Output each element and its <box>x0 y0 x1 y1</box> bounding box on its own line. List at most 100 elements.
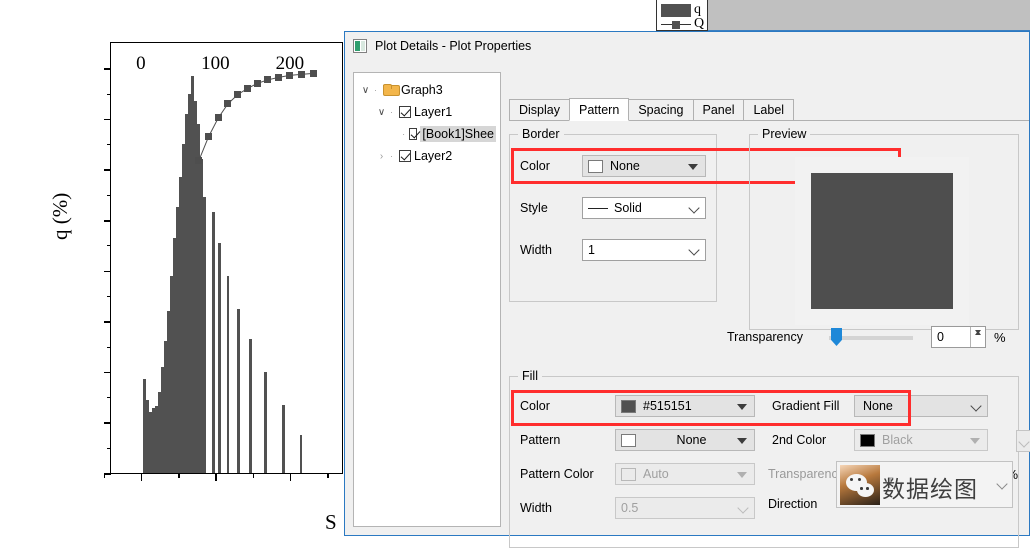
fill-pattern-row: Pattern None <box>520 429 760 451</box>
y-axis-tick <box>104 169 111 171</box>
tree-item-layer1[interactable]: ∨ · Layer1 <box>358 101 496 123</box>
x-axis-minor-tick <box>103 473 106 478</box>
preview-transparency-label: Transparency <box>727 330 803 344</box>
tab-pattern[interactable]: Pattern <box>569 98 630 121</box>
wechat-logo-icon <box>840 465 880 505</box>
legend-line-square-icon <box>661 18 691 31</box>
fill-group-label: Fill <box>518 369 542 383</box>
fill-width-label: Width <box>520 501 552 515</box>
tree-item-label: Graph3 <box>401 83 443 97</box>
tree-item-book1-shee[interactable]: · [Book1]Shee <box>358 123 497 145</box>
legend-item-Q: Q <box>661 16 704 32</box>
fill-pattern-color-combo[interactable]: Auto <box>615 463 755 485</box>
chevron-down-icon[interactable] <box>972 402 980 410</box>
second-color-row: 2nd Color Black <box>772 429 1022 451</box>
fill-pattern-combo[interactable]: None <box>615 429 755 451</box>
second-color-swatch-icon <box>860 433 875 447</box>
spinner-buttons[interactable] <box>970 327 985 347</box>
fill-width-value: 0.5 <box>621 501 639 515</box>
line-solid-icon <box>588 202 608 215</box>
tree-item-label: Layer2 <box>414 149 453 163</box>
preview-transparency-slider[interactable] <box>829 328 913 346</box>
chevron-down-icon[interactable] <box>737 472 747 478</box>
curve-marker <box>224 100 232 108</box>
curve-marker <box>195 156 203 164</box>
pattern-color-swatch-icon <box>621 467 636 481</box>
chevron-down-icon[interactable] <box>690 204 698 212</box>
border-group-label: Border <box>518 127 564 141</box>
tab-label[interactable]: Label <box>743 99 795 120</box>
object-tree[interactable]: ∨ · Graph3 ∨ · Layer1 · [Book1]Shee › · Layer2 <box>353 72 501 527</box>
property-tabs[interactable]: Display Pattern Spacing Panel Label <box>509 98 1029 121</box>
chevron-down-icon[interactable] <box>970 438 980 444</box>
curve-marker <box>205 133 213 141</box>
chevron-down-icon[interactable]: ∨ <box>376 107 387 118</box>
tree-connector: · <box>374 85 377 95</box>
y-axis-minor-tick <box>107 447 111 449</box>
second-color-combo[interactable]: Black <box>854 429 988 451</box>
border-style-row: Style Solid <box>520 197 710 219</box>
dialog-title-text: Plot Details - Plot Properties <box>375 39 532 53</box>
y-axis-minor-tick <box>107 245 111 247</box>
y-axis-minor-tick <box>107 295 111 297</box>
fill-pattern-color-row: Pattern Color Auto <box>520 463 760 485</box>
slider-thumb[interactable] <box>831 328 842 346</box>
preview-transparency-spinner[interactable]: 0 <box>931 326 986 348</box>
tab-spacing[interactable]: Spacing <box>628 99 694 120</box>
chevron-down-icon[interactable] <box>690 246 698 254</box>
x-axis-minor-tick <box>252 473 255 478</box>
fill-pattern-label: Pattern <box>520 433 561 447</box>
chevron-down-icon[interactable] <box>739 504 747 512</box>
plot-details-icon <box>353 39 367 53</box>
cumulative-curve <box>198 72 314 161</box>
y-axis-title: q (%) <box>48 192 72 240</box>
checkbox-icon[interactable] <box>408 128 418 140</box>
legend-swatch-bar-icon <box>661 3 691 17</box>
y-axis-minor-tick <box>107 144 111 146</box>
y-axis-minor-tick <box>107 346 111 348</box>
x-axis-tick <box>289 473 292 481</box>
checkbox-icon[interactable] <box>399 150 411 162</box>
chevron-down-icon[interactable] <box>737 438 747 444</box>
preview-canvas <box>795 157 969 325</box>
y-axis-tick <box>104 118 111 121</box>
tree-item-graph3[interactable]: ∨ · Graph3 <box>358 79 496 101</box>
plot-frame: 0123456780100200 <box>103 42 343 481</box>
curve-marker <box>263 76 271 84</box>
preview-group-label: Preview <box>758 127 811 141</box>
tree-connector: · <box>390 107 393 117</box>
chevron-right-icon[interactable]: › <box>376 151 387 162</box>
y-axis-minor-tick <box>107 93 111 95</box>
tree-item-layer2[interactable]: › · Layer2 <box>358 145 496 167</box>
fill-width-combo[interactable]: 0.5 <box>615 497 755 519</box>
y-axis-minor-tick <box>107 194 111 196</box>
chevron-down-icon[interactable] <box>998 480 1006 488</box>
border-width-label: Width <box>520 243 552 257</box>
checkbox-icon[interactable] <box>399 106 411 118</box>
y-axis-tick <box>104 270 111 273</box>
x-axis-tick-label: 100 <box>201 53 230 74</box>
histogram-chart: q (%) S 0123456780100200 <box>0 30 350 536</box>
x-axis-minor-tick <box>327 473 329 478</box>
border-style-combo[interactable]: Solid <box>582 197 706 219</box>
legend-label-Q: Q <box>694 16 705 31</box>
border-width-combo[interactable]: 1 <box>582 239 706 261</box>
chevron-down-icon[interactable]: ∨ <box>360 85 371 96</box>
tree-connector: · <box>402 129 406 139</box>
tab-display[interactable]: Display <box>509 99 570 120</box>
fill-pattern-color-label: Pattern Color <box>520 467 594 481</box>
tab-panel[interactable]: Panel <box>692 99 745 120</box>
tree-item-label: [Book1]Shee <box>420 126 497 142</box>
y-axis-tick <box>104 220 111 222</box>
border-style-label: Style <box>520 201 548 215</box>
x-axis-tick <box>140 473 143 481</box>
edge-dropdown[interactable] <box>1016 430 1030 452</box>
pattern-swatch-icon <box>621 433 636 447</box>
preview-swatch <box>811 173 953 309</box>
y-axis-tick <box>104 321 111 323</box>
border-width-row: Width 1 <box>520 239 710 261</box>
x-axis-tick-label: 0 <box>136 53 146 74</box>
x-axis-tick <box>215 473 217 481</box>
chart-legend: q Q <box>656 0 708 31</box>
y-axis-tick <box>104 422 111 424</box>
